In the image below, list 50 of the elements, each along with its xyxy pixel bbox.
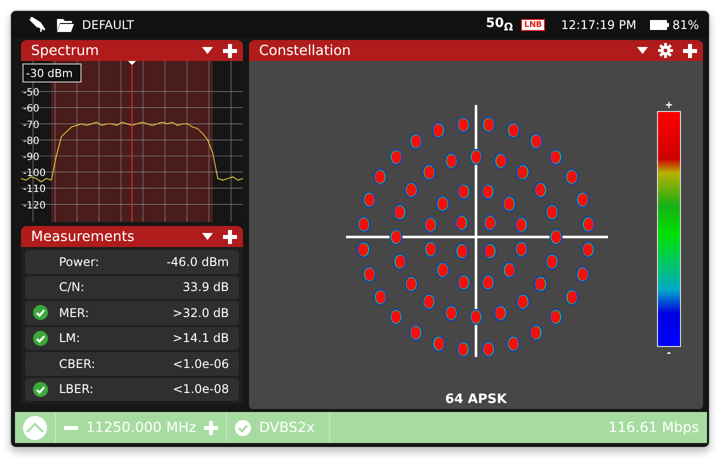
scale-max-label: + xyxy=(664,101,674,111)
check-icon xyxy=(33,305,48,320)
axis-label: -90 xyxy=(23,152,40,163)
check-icon xyxy=(33,330,48,346)
scale-min-label: - xyxy=(666,349,672,359)
panel-title: Constellation xyxy=(259,42,352,58)
folder-icon[interactable] xyxy=(57,18,74,32)
marker-line[interactable] xyxy=(128,61,136,222)
axis-label: -80 xyxy=(23,136,40,147)
axis-label: -110 xyxy=(23,184,46,196)
reference-level-label: -30 dBm xyxy=(22,64,82,82)
profile-name: DEFAULT xyxy=(82,18,134,32)
modulation-label: 64 APSK xyxy=(445,392,507,407)
measurement-label: Power: xyxy=(59,254,100,269)
axis-label: -100 xyxy=(23,168,46,180)
check-icon xyxy=(33,382,48,397)
measurement-value: -46.0 dBm xyxy=(166,254,229,269)
measurement-value: <1.0e-08 xyxy=(172,382,229,396)
measurement-label: C/N: xyxy=(59,280,86,294)
clock-time: 12:17:19 PM xyxy=(561,18,636,32)
measurement-value: >32.0 dB xyxy=(172,306,229,320)
standard-label: DVBS2x xyxy=(259,420,315,436)
frequency-value: 11250.000 MHz xyxy=(86,420,196,436)
axis-label: -120 xyxy=(23,200,46,212)
measurement-label: LM: xyxy=(59,331,82,346)
axis-label: -50 xyxy=(23,88,40,99)
measurement-value: 33.9 dB xyxy=(182,280,229,294)
add-icon[interactable] xyxy=(223,44,237,58)
impedance-label: 50$_{Ω}$ xyxy=(486,16,514,34)
add-icon[interactable] xyxy=(683,44,697,58)
satellite-dish-icon[interactable] xyxy=(29,16,45,32)
settings-icon[interactable] xyxy=(658,43,673,58)
add-icon[interactable] xyxy=(223,230,237,244)
measurement-value: >14.1 dB xyxy=(172,331,229,346)
lnb-badge: LNB xyxy=(521,18,546,30)
axis-label: -60 xyxy=(23,104,40,115)
panel-title: Spectrum xyxy=(31,42,100,58)
measurement-label: CBER: xyxy=(59,356,96,371)
dropdown-caret-icon[interactable] xyxy=(202,233,213,240)
measurement-label: MER: xyxy=(59,306,90,320)
measurement-label: LBER: xyxy=(59,382,95,396)
measurement-value: <1.0e-06 xyxy=(172,356,229,371)
dropdown-caret-icon[interactable] xyxy=(637,47,648,54)
dropdown-caret-icon[interactable] xyxy=(202,47,213,54)
check-icon xyxy=(235,420,252,436)
bitrate-value: 116.61 Mbps xyxy=(608,420,699,436)
battery-percent: 81% xyxy=(672,18,699,32)
panel-title: Measurements xyxy=(31,228,136,244)
battery-icon xyxy=(650,20,670,30)
axis-label: -70 xyxy=(23,120,40,131)
